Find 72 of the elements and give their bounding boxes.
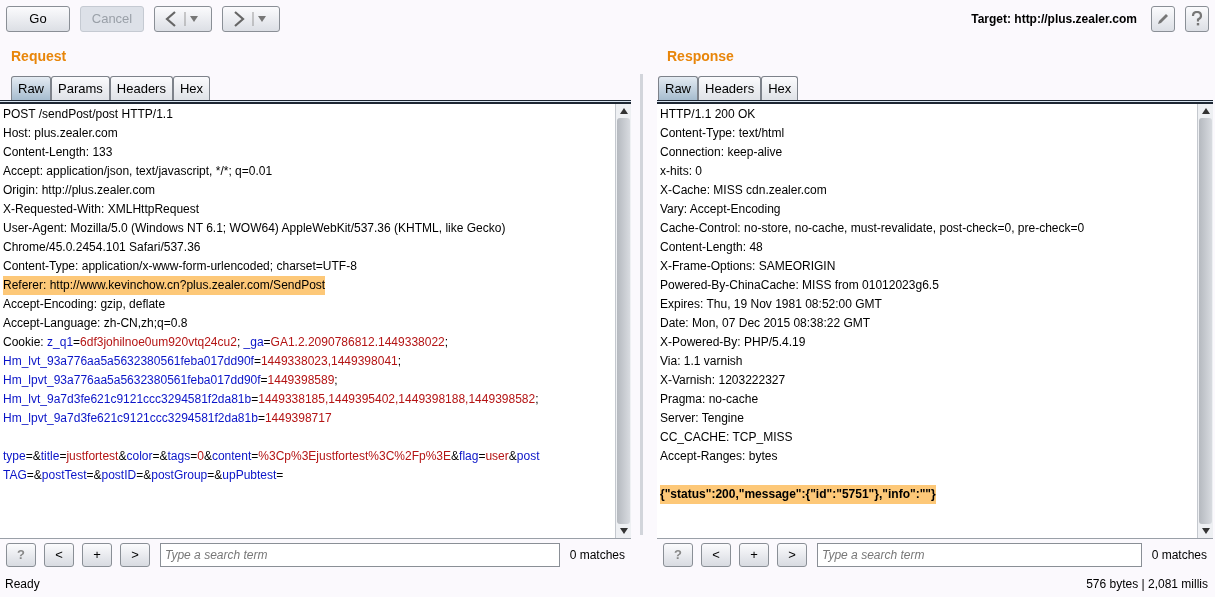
code-line: POST /sendPost/post HTTP/1.1	[3, 106, 173, 123]
code-line: X-Powered-By: PHP/5.4.19	[660, 334, 806, 351]
code-line: Vary: Accept-Encoding	[660, 201, 781, 218]
code-line: X-Cache: MISS cdn.zealer.com	[660, 182, 827, 199]
back-button[interactable]	[154, 6, 212, 32]
code-line: type=&title=justfortest&color=&tags=0&content=%3Cp%3Ejustfortest%3C%2Fp%3E&flag=user&post	[3, 448, 540, 465]
code-line: Pragma: no-cache	[660, 391, 759, 408]
edit-button[interactable]	[1151, 6, 1175, 32]
tab[interactable]: Params	[51, 76, 110, 100]
code-line: Content-Type: application/x-www-form-urlencoded; charset=UTF-8	[3, 258, 357, 275]
help-button[interactable]	[1185, 6, 1209, 32]
status-text: Ready	[5, 576, 40, 593]
code-line: Server: Tengine	[660, 410, 744, 427]
scrollbar[interactable]	[1197, 104, 1213, 538]
pane-title: Response	[666, 47, 735, 62]
code-line: Content-Length: 48	[660, 239, 763, 256]
code-line: Accept: application/json, text/javascript, */*; q=0.01	[3, 163, 273, 180]
next-button[interactable]: >	[777, 543, 807, 567]
add-button[interactable]: +	[82, 543, 112, 567]
tab[interactable]: Hex	[172, 76, 211, 100]
next-button[interactable]: >	[120, 543, 150, 567]
code-line: Cookie: z_q1=6df3johilnoe0um920vtq24cu2; _ga=GA1.2.2090786812.1449338022;	[3, 334, 449, 351]
code-line: Connection: keep-alive	[660, 144, 783, 161]
code-line: Hm_lpvt_9a7d3fe621c9121ccc3294581f2da81b=1449398717	[3, 410, 332, 427]
add-button[interactable]: +	[739, 543, 769, 567]
search-field[interactable]: Type a search term	[160, 543, 560, 567]
code-line: x-hits: 0	[660, 163, 702, 180]
match-count: 0 matches	[569, 547, 625, 564]
pane-title: Request	[10, 47, 68, 62]
code-line: X-Frame-Options: SAMEORIGIN	[660, 258, 836, 275]
code-line: X-Varnish: 1203222327	[660, 372, 786, 389]
code-line: Powered-By-ChinaCache: MISS from 01012023g6.5	[660, 277, 939, 294]
code-line: X-Requested-With: XMLHttpRequest	[3, 201, 200, 218]
scrollbar[interactable]	[615, 104, 631, 538]
response-stats: 576 bytes | 2,081 millis	[1086, 576, 1208, 593]
code-line: TAG=&postTest=&postID=&postGroup=&upPubtest=	[3, 467, 284, 484]
code-line: Host: plus.zealer.com	[3, 125, 118, 142]
scroll-down-icon[interactable]	[1201, 528, 1210, 534]
code-line: Accept-Ranges: bytes	[660, 448, 778, 465]
code-line: Expires: Thu, 19 Nov 1981 08:52:00 GMT	[660, 296, 882, 313]
previous-button[interactable]: <	[44, 543, 74, 567]
code-line: Accept-Encoding: gzip, deflate	[3, 296, 166, 313]
code-line: Hm_lvt_93a776aa5a5632380561feba017dd90f=1449338023,1449398041;	[3, 353, 402, 370]
code-line: Cache-Control: no-store, no-cache, must-revalidate, post-check=0, pre-check=0	[660, 220, 1085, 237]
target-label: Target: http://plus.zealer.com	[971, 11, 1137, 28]
code-line: Accept-Language: zh-CN,zh;q=0.8	[3, 315, 188, 332]
tab[interactable]: Raw	[11, 76, 51, 100]
scroll-down-icon[interactable]	[619, 528, 628, 534]
code-line: HTTP/1.1 200 OK	[660, 106, 756, 123]
code-line: Chrome/45.0.2454.101 Safari/537.36	[3, 239, 201, 256]
help-icon	[1191, 11, 1203, 27]
previous-button[interactable]: <	[701, 543, 731, 567]
code-line: Hm_lvt_9a7d3fe621c9121ccc3294581f2da81b=1449338185,1449395402,1449398188,1449398582;	[3, 391, 539, 408]
forward-button[interactable]	[222, 6, 280, 32]
scroll-up-icon[interactable]	[619, 108, 628, 114]
search-field[interactable]: Type a search term	[817, 543, 1142, 567]
code-line: Origin: http://plus.zealer.com	[3, 182, 156, 199]
tab[interactable]: Headers	[109, 76, 173, 100]
pencil-icon	[1156, 12, 1170, 26]
code-line: CC_CACHE: TCP_MISS	[660, 429, 793, 446]
code-line: Hm_lpvt_93a776aa5a5632380561feba017dd90f=1449398589;	[3, 372, 338, 389]
tab[interactable]: Headers	[698, 76, 762, 100]
match-count: 0 matches	[1151, 547, 1207, 564]
scroll-up-icon[interactable]	[1201, 108, 1210, 114]
code-line: User-Agent: Mozilla/5.0 (Windows NT 6.1; WOW64) AppleWebKit/537.36 (KHTML, like Gecko)	[3, 220, 506, 237]
tab[interactable]: Raw	[658, 76, 698, 100]
code-line: Date: Mon, 07 Dec 2015 08:38:22 GMT	[660, 315, 871, 332]
code-line: Via: 1.1 varnish	[660, 353, 743, 370]
code-line: Content-Type: text/html	[660, 125, 785, 142]
tab[interactable]: Hex	[761, 76, 799, 100]
code-line: Content-Length: 133	[3, 144, 113, 161]
go-button[interactable]: Go	[6, 6, 70, 32]
